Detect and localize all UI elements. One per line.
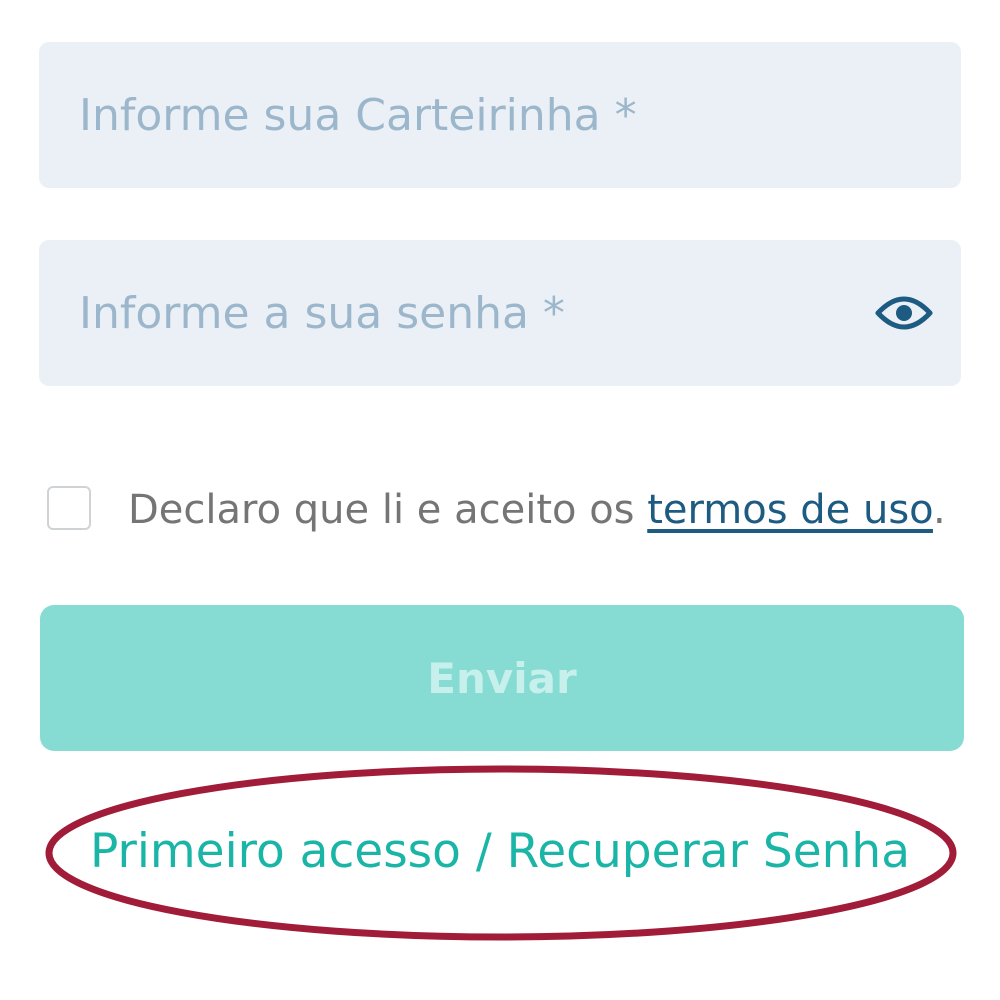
- card-number-field-container: [39, 42, 961, 188]
- terms-statement: Declaro que li e aceito os termos de uso…: [128, 484, 946, 536]
- terms-row: Declaro que li e aceito os termos de uso…: [47, 484, 967, 540]
- card-number-input[interactable]: [79, 42, 859, 188]
- terms-of-use-link[interactable]: termos de uso: [647, 487, 933, 533]
- password-field-container: [39, 240, 961, 386]
- terms-suffix-text: .: [932, 487, 946, 533]
- terms-checkbox[interactable]: [47, 486, 91, 530]
- password-input[interactable]: [79, 240, 859, 386]
- first-access-recover-password-link[interactable]: Primeiro acesso / Recuperar Senha: [0, 822, 1000, 882]
- submit-button[interactable]: Enviar: [40, 605, 964, 751]
- eye-icon: [875, 296, 933, 330]
- terms-prefix-text: Declaro que li e aceito os: [128, 487, 648, 533]
- show-password-toggle[interactable]: [875, 290, 933, 336]
